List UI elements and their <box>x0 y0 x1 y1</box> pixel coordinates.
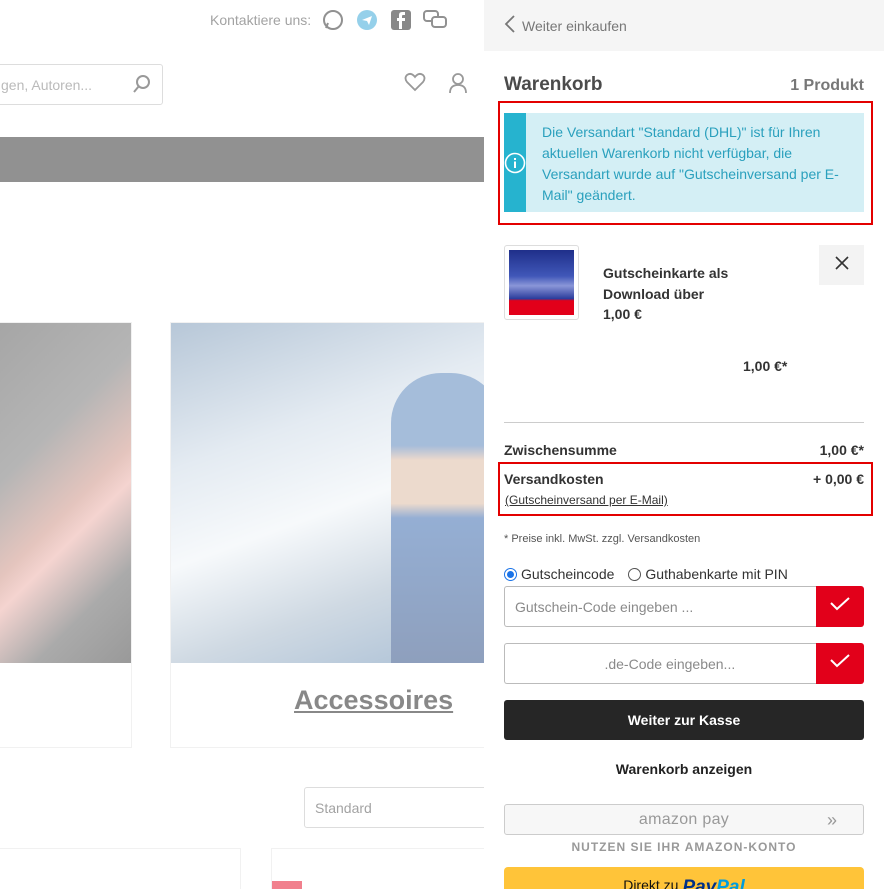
radio-giftcard-label: Guthabenkarte mit PIN <box>645 566 788 582</box>
cart-line-item: Gutscheinkarte als Download über 1,00 € … <box>504 245 864 395</box>
product-thumbnail[interactable] <box>504 245 579 320</box>
cart-header: Warenkorb 1 Produkt <box>504 74 864 96</box>
shop-code-form <box>504 643 864 684</box>
shop-code-input[interactable] <box>504 643 816 684</box>
tax-note: * Preise inkl. MwSt. zzgl. Versandkosten <box>504 533 701 545</box>
radio-selected[interactable] <box>504 567 517 581</box>
checkmark-icon <box>830 654 850 673</box>
double-chevron-right-icon: » <box>826 810 837 830</box>
radio-voucher-code[interactable]: Gutscheincode <box>504 566 614 582</box>
voucher-submit-button[interactable] <box>816 586 864 627</box>
radio-gift-card[interactable]: Guthabenkarte mit PIN <box>628 566 788 582</box>
close-icon <box>834 255 850 276</box>
checkout-button[interactable]: Weiter zur Kasse <box>504 700 864 740</box>
cart-title: Warenkorb <box>504 74 603 95</box>
highlight-box <box>498 101 873 225</box>
view-cart-button[interactable]: Warenkorb anzeigen <box>504 758 864 780</box>
subtotal-label: Zwischensumme <box>504 442 617 458</box>
subtotal-value: 1,00 €* <box>819 442 864 458</box>
cart-item-count: 1 Produkt <box>790 77 864 94</box>
paypal-logo-part1: Pay <box>682 877 717 889</box>
paypal-prefix: Direkt zu <box>623 877 679 889</box>
shop-code-submit-button[interactable] <box>816 643 864 684</box>
amazon-pay-logo: amazon pay <box>638 810 730 828</box>
product-name[interactable]: Gutscheinkarte als Download über <box>603 263 763 305</box>
highlight-box <box>498 462 873 516</box>
radio-voucher-label: Gutscheincode <box>521 566 615 582</box>
chevron-left-icon <box>504 15 516 36</box>
code-type-radios: Gutscheincode Guthabenkarte mit PIN <box>504 566 788 582</box>
remove-item-button[interactable] <box>819 245 864 285</box>
paypal-button[interactable]: Direkt zu Pay Pal <box>504 867 864 889</box>
continue-shopping-label: Weiter einkaufen <box>522 17 627 34</box>
paypal-logo-part2: Pal <box>716 877 745 889</box>
continue-shopping-button[interactable]: Weiter einkaufen <box>484 0 884 51</box>
voucher-code-input[interactable] <box>504 586 816 627</box>
product-total-price: 1,00 €* <box>743 358 788 374</box>
amazon-pay-note: NUTZEN SIE IHR AMAZON-KONTO <box>571 840 797 854</box>
divider <box>504 422 864 423</box>
product-unit-price: 1,00 € <box>603 306 642 322</box>
voucher-code-form <box>504 586 864 627</box>
radio-unselected[interactable] <box>628 567 642 581</box>
subtotal-row: Zwischensumme 1,00 €* <box>504 442 864 458</box>
amazon-pay-button[interactable]: amazon pay » <box>504 804 864 835</box>
offcanvas-cart: Weiter einkaufen Warenkorb 1 Produkt Die… <box>484 0 884 889</box>
checkmark-icon <box>830 597 850 616</box>
